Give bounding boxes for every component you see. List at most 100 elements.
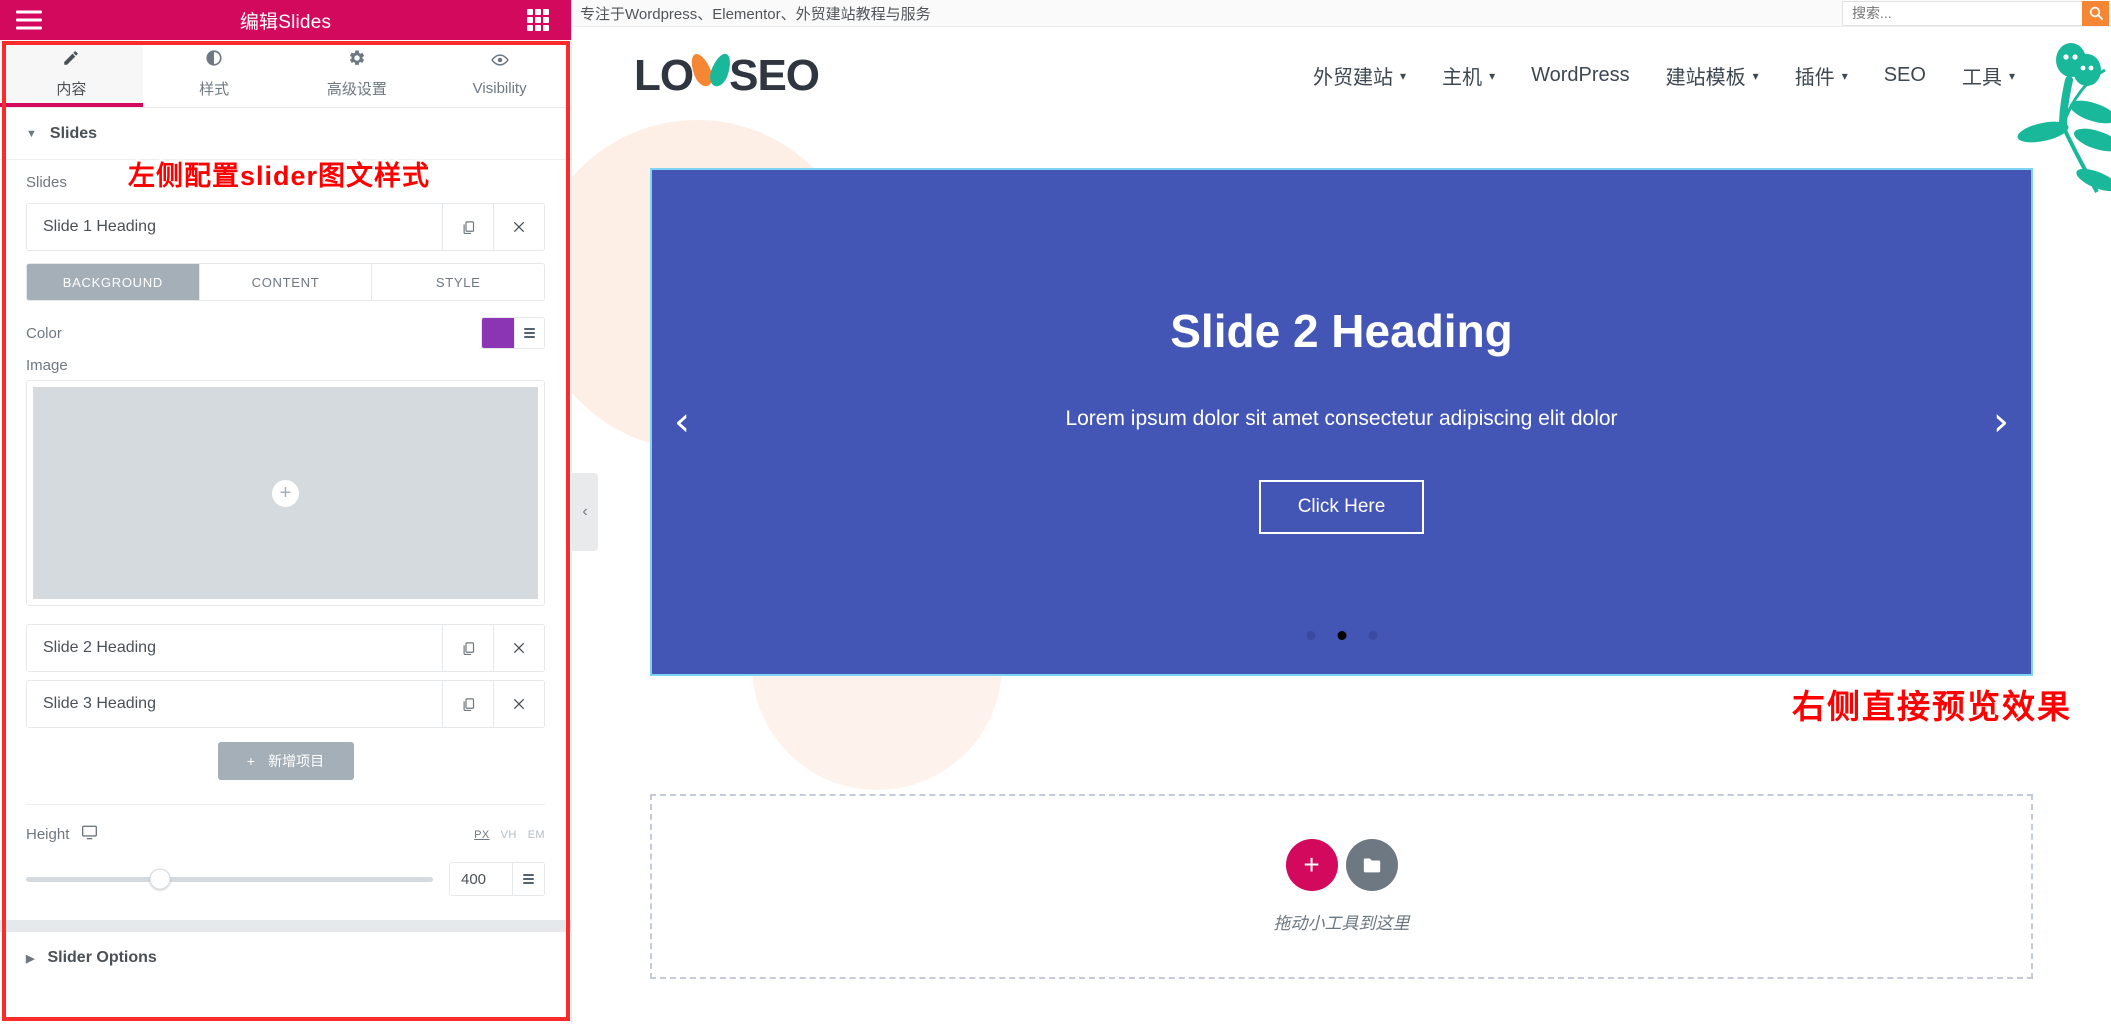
height-input[interactable] xyxy=(450,863,512,895)
dropzone-text: 拖动小工具到这里 xyxy=(1273,914,1410,933)
folder-icon[interactable] xyxy=(1345,839,1398,891)
annotation-right: 右侧直接预览效果 xyxy=(1790,686,2072,727)
duplicate-icon[interactable] xyxy=(442,681,493,727)
slider-knob[interactable] xyxy=(149,868,171,890)
repeater-row-slide-3[interactable]: Slide 3 Heading xyxy=(26,680,545,728)
slider-dot-1[interactable] xyxy=(1306,631,1315,640)
dropzone-buttons: + xyxy=(1285,839,1398,891)
subtab-background[interactable]: BACKGROUND xyxy=(27,264,200,300)
slide-subtabs: BACKGROUND CONTENT STYLE xyxy=(26,263,545,301)
color-swatch[interactable] xyxy=(482,318,514,348)
image-upload-area[interactable]: + xyxy=(26,380,545,606)
grid-icon[interactable] xyxy=(527,9,549,31)
nav-item-wordpress[interactable]: WordPress xyxy=(1513,64,1648,87)
nav-label: 工具 xyxy=(1961,67,2002,89)
add-item-label: 新增项目 xyxy=(268,753,325,769)
subtab-content[interactable]: CONTENT xyxy=(199,264,373,300)
slide-2-title: Slide 2 Heading xyxy=(43,639,156,656)
duplicate-icon[interactable] xyxy=(442,625,493,671)
site-logo[interactable]: LO SEO xyxy=(634,50,820,100)
slider-dot-3[interactable] xyxy=(1368,631,1377,640)
nav-item-hosting[interactable]: 主机 ▾ xyxy=(1424,61,1513,90)
search-icon[interactable] xyxy=(2082,0,2109,26)
repeater-row-slide-1[interactable]: Slide 1 Heading xyxy=(26,203,545,251)
slides-field-label: Slides xyxy=(26,174,67,191)
panel-collapse-handle[interactable]: ‹ xyxy=(572,473,598,551)
slide-3-title: Slide 3 Heading xyxy=(43,695,156,712)
desktop-icon[interactable] xyxy=(81,825,98,844)
color-label: Color xyxy=(26,324,62,342)
section-slides-title: Slides xyxy=(49,125,98,142)
widget-dropzone[interactable]: + 拖动小工具到这里 xyxy=(650,794,2033,979)
nav-item-templates[interactable]: 建站模板 ▾ xyxy=(1648,61,1777,90)
panel-tabbar: 内容 样式 高级设置 Visibility xyxy=(0,40,571,108)
nav-item-seo[interactable]: SEO xyxy=(1866,64,1944,87)
nav-item-plugins[interactable]: 插件 ▾ xyxy=(1777,61,1866,90)
database-icon[interactable] xyxy=(512,863,544,895)
panel-body: ▼ Slides Slides Slide 1 Heading BACKGROU… xyxy=(0,108,571,1024)
close-icon[interactable] xyxy=(493,204,544,250)
nav-item-tools[interactable]: 工具 ▾ xyxy=(1944,61,2033,90)
tab-advanced-label: 高级设置 xyxy=(326,80,387,98)
plus-icon[interactable]: + xyxy=(272,479,299,507)
add-item-button[interactable]: + 新增项目 xyxy=(217,742,354,780)
elementor-edit-panel: 编辑Slides 内容 样式 高级设置 Visibility ▼ Slides … xyxy=(0,0,572,1024)
chevron-right-icon: ▶ xyxy=(26,952,35,965)
image-placeholder[interactable]: + xyxy=(33,387,538,599)
height-label: Height xyxy=(26,826,70,843)
site-topbar: 专注于Wordpress、Elementor、外贸建站教程与服务 xyxy=(572,0,2111,27)
tab-advanced[interactable]: 高级设置 xyxy=(285,40,429,107)
chevron-down-icon: ▼ xyxy=(26,128,37,140)
section-slider-options-header[interactable]: ▶ Slider Options xyxy=(0,932,571,983)
site-tagline: 专注于Wordpress、Elementor、外贸建站教程与服务 xyxy=(580,5,931,23)
pencil-icon xyxy=(62,49,80,71)
eye-icon xyxy=(490,51,510,73)
tab-visibility-label: Visibility xyxy=(472,79,527,97)
close-icon[interactable] xyxy=(493,681,544,727)
main-navigation: 外贸建站 ▾ 主机 ▾ WordPress 建站模板 ▾ 插件 ▾ SEO 工具… xyxy=(1295,61,2111,90)
unit-em[interactable]: EM xyxy=(528,829,545,841)
contrast-icon xyxy=(205,49,223,71)
slide-cta-button[interactable]: Click Here xyxy=(1258,480,1425,534)
repeater-row-slide-2[interactable]: Slide 2 Heading xyxy=(26,624,545,672)
app-root: 编辑Slides 内容 样式 高级设置 Visibility ▼ Slides … xyxy=(0,0,2111,1024)
slider-pagination xyxy=(1306,631,1377,640)
chevron-down-icon: ▾ xyxy=(1841,68,1848,83)
logo-leaf-icon xyxy=(687,50,735,99)
slide-heading: Slide 2 Heading xyxy=(1170,305,1513,357)
height-slider[interactable] xyxy=(26,868,433,890)
slider-dot-2[interactable] xyxy=(1337,631,1346,640)
chevron-left-icon[interactable]: ‹ xyxy=(674,402,690,442)
nav-item-waimao[interactable]: 外贸建站 ▾ xyxy=(1295,61,1424,90)
hamburger-icon[interactable] xyxy=(16,10,42,30)
height-slider-row xyxy=(0,844,571,896)
duplicate-icon[interactable] xyxy=(442,204,493,250)
section-slides-header[interactable]: ▼ Slides xyxy=(0,108,571,160)
tab-content-label: 内容 xyxy=(56,80,87,98)
tab-style[interactable]: 样式 xyxy=(142,40,286,107)
close-icon[interactable] xyxy=(493,625,544,671)
slider-widget[interactable]: Slide 2 Heading Lorem ipsum dolor sit am… xyxy=(650,168,2033,676)
chevron-right-icon[interactable]: › xyxy=(1993,402,2009,442)
slides-repeater: Slides Slide 1 Heading BACKGROUND CONTEN… xyxy=(0,160,571,805)
chevron-down-icon: ▾ xyxy=(2008,68,2015,83)
tab-style-label: 样式 xyxy=(199,80,230,98)
subtab-style[interactable]: STYLE xyxy=(372,264,544,300)
unit-vh[interactable]: VH xyxy=(501,829,517,841)
unit-px[interactable]: PX xyxy=(474,829,489,841)
tab-content[interactable]: 内容 xyxy=(0,40,143,107)
gear-icon xyxy=(348,49,366,71)
database-icon[interactable] xyxy=(514,318,544,348)
plus-icon: + xyxy=(246,753,256,769)
image-label: Image xyxy=(26,357,68,374)
nav-label: 插件 xyxy=(1794,67,1835,89)
nav-label: 建站模板 xyxy=(1665,67,1746,89)
logo-text-after: SEO xyxy=(729,50,820,100)
tab-visibility[interactable]: Visibility xyxy=(428,40,571,107)
height-label-group: Height xyxy=(26,825,98,844)
search-input[interactable] xyxy=(1842,0,2082,26)
section-slider-options-title: Slider Options xyxy=(47,949,157,966)
nav-label: WordPress xyxy=(1531,64,1630,86)
chevron-down-icon: ▾ xyxy=(1752,68,1759,83)
add-section-icon[interactable]: + xyxy=(1285,839,1338,891)
